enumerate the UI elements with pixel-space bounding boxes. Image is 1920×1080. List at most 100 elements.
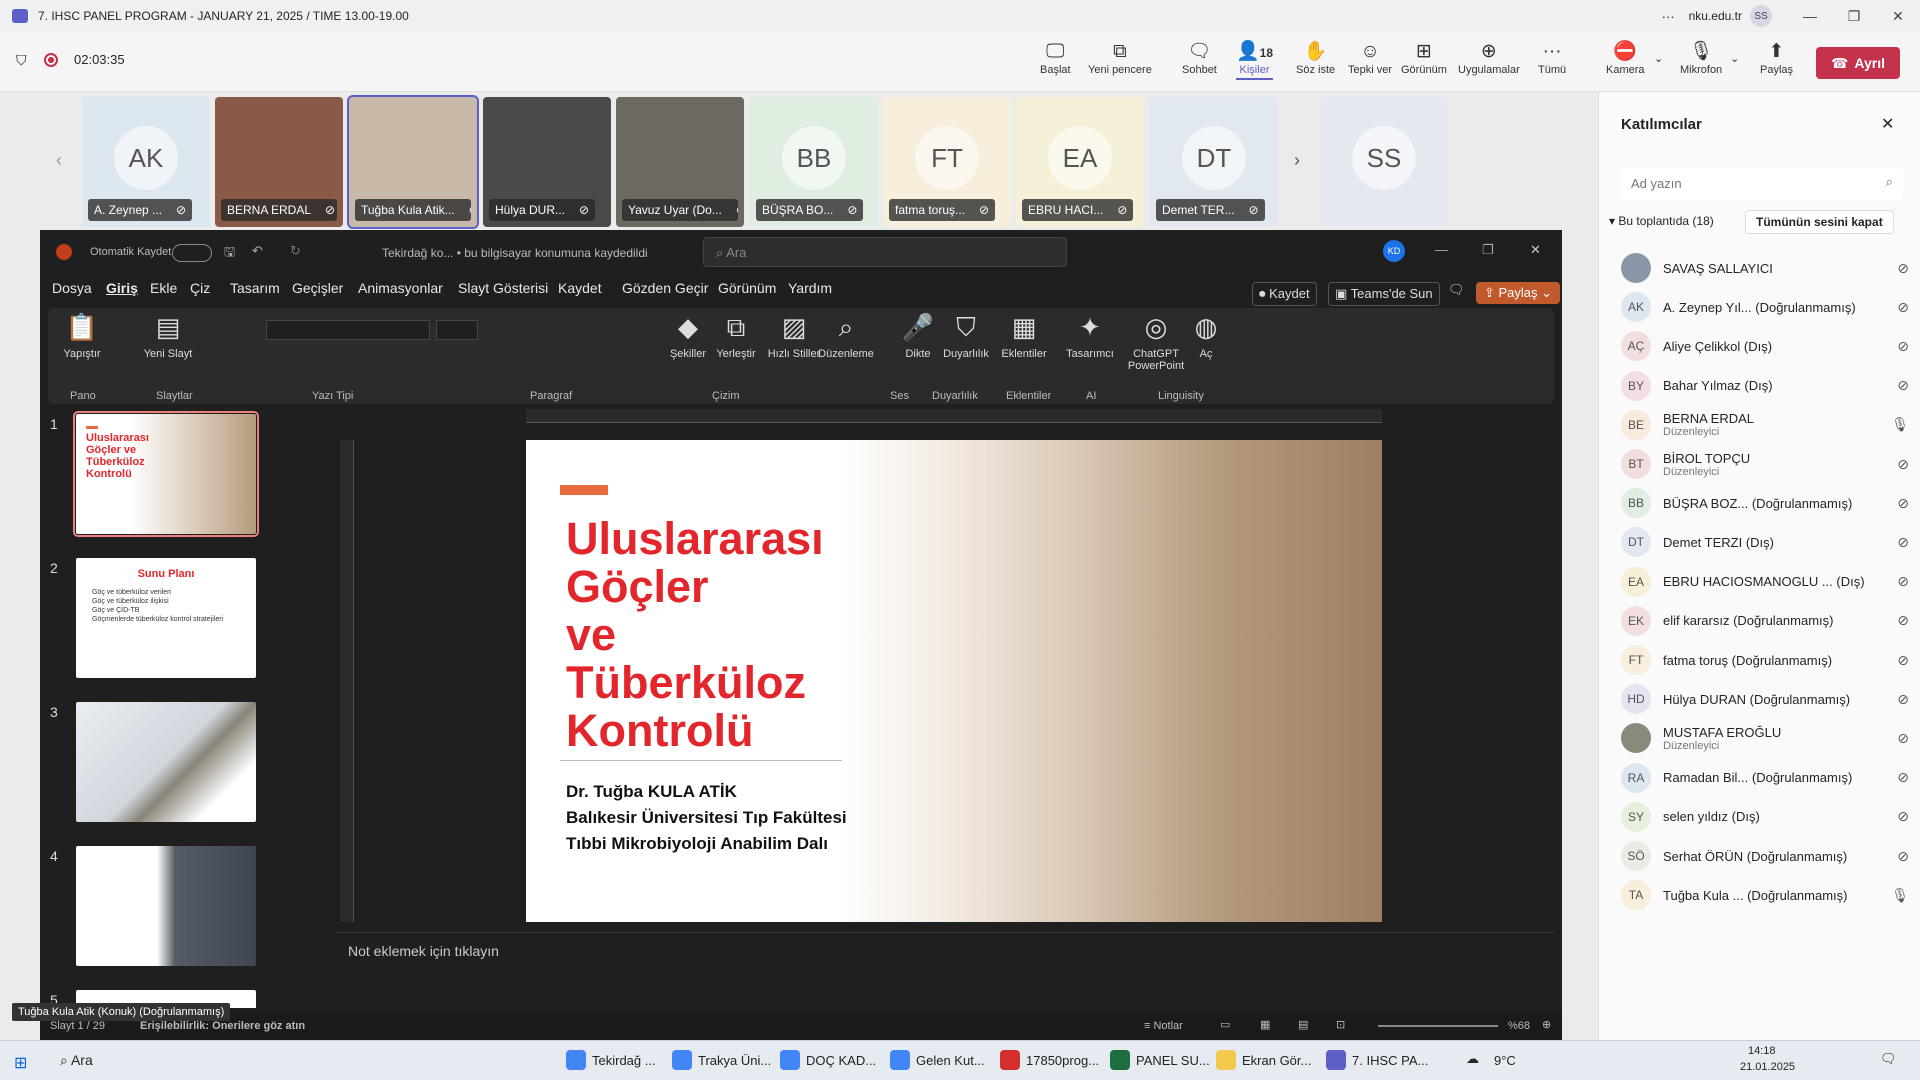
- mic-off-icon[interactable]: ⊘: [1897, 260, 1909, 277]
- mute-all-button[interactable]: Tümünün sesini kapat: [1745, 210, 1894, 234]
- restore-icon[interactable]: ❐: [1482, 242, 1494, 258]
- ribbon-button[interactable]: ⌕ Düzenleme: [818, 312, 874, 360]
- participant-row[interactable]: SAVAŞ SALLAYICI ⊘: [1621, 248, 1911, 288]
- video-tile[interactable]: Tuğba Kula Atik...⊘: [347, 95, 479, 229]
- thumbnail-slide-4[interactable]: [76, 846, 256, 966]
- clock-time[interactable]: 14:18: [1748, 1045, 1776, 1057]
- notes-button[interactable]: ≡ Notlar: [1144, 1020, 1183, 1032]
- redo-icon[interactable]: ↻: [290, 243, 301, 259]
- ppt-avatar[interactable]: KD: [1383, 240, 1405, 262]
- video-tile[interactable]: AK A. Zeynep ... ⊘: [82, 97, 210, 227]
- taskbar-app[interactable]: 17850prog...: [1000, 1046, 1099, 1074]
- close-icon[interactable]: ✕: [1876, 8, 1920, 25]
- taskbar-app[interactable]: Gelen Kut...: [890, 1046, 985, 1074]
- search-icon[interactable]: ⌕: [1886, 174, 1893, 190]
- more-icon[interactable]: ···: [1662, 9, 1675, 24]
- taskbar-app[interactable]: Trakya Üni...: [672, 1046, 771, 1074]
- menu-tab[interactable]: Görünüm: [718, 280, 776, 296]
- clock-date[interactable]: 21.01.2025: [1740, 1061, 1795, 1073]
- camera-button[interactable]: ⛔ Kamera: [1606, 40, 1645, 76]
- participant-row[interactable]: BT BİROL TOPÇU Düzenleyici ⊘: [1621, 444, 1911, 484]
- share-button[interactable]: ⬆ Paylaş: [1760, 40, 1793, 76]
- video-tile[interactable]: FT fatma toruş... ⊘: [883, 97, 1011, 227]
- participant-row[interactable]: RA Ramadan Bil... (Doğrulanmamış) ⊘: [1621, 758, 1911, 798]
- autosave-toggle[interactable]: [172, 244, 212, 262]
- menu-tab[interactable]: Geçişler: [292, 280, 343, 296]
- fit-window-icon[interactable]: ⊕: [1542, 1018, 1551, 1031]
- menu-tab[interactable]: Yardım: [788, 280, 832, 296]
- leave-button[interactable]: ☎ Ayrıl: [1816, 47, 1900, 79]
- more-button[interactable]: ··· Tümü: [1538, 40, 1566, 76]
- minimize-icon[interactable]: —: [1435, 242, 1448, 257]
- current-slide[interactable]: Uluslararası Göçler ve Tüberküloz Kontro…: [526, 440, 1382, 922]
- mic-off-icon[interactable]: ⊘: [1897, 612, 1909, 629]
- video-tile[interactable]: SS: [1320, 97, 1448, 227]
- menu-tab[interactable]: Çiz: [190, 280, 210, 296]
- people-button[interactable]: 👤18 Kişiler: [1236, 40, 1274, 80]
- chat-button[interactable]: 🗨 Sohbet: [1182, 40, 1217, 76]
- minimize-icon[interactable]: —: [1788, 8, 1832, 24]
- mic-off-icon[interactable]: ⊘: [1897, 691, 1909, 708]
- share-ppt-button[interactable]: ⇪ Paylaş ⌄: [1476, 282, 1561, 304]
- notification-icon[interactable]: 🗨: [1880, 1051, 1897, 1067]
- menu-tab[interactable]: Giriş: [106, 280, 138, 296]
- section-toggle[interactable]: ▾ Bu toplantıda (18): [1609, 214, 1714, 228]
- comment-icon[interactable]: 🗨: [1448, 282, 1465, 298]
- video-tile[interactable]: Yavuz Uyar (Do...⊘: [616, 97, 744, 227]
- chevron-left-icon[interactable]: ‹: [56, 150, 62, 171]
- weather-icon[interactable]: ☁: [1466, 1051, 1479, 1067]
- chevron-down-icon[interactable]: ⌄: [1730, 52, 1739, 65]
- accessibility-status[interactable]: Erişilebilirlik: Önerilere göz atın: [140, 1020, 305, 1032]
- participant-row[interactable]: BE BERNA ERDAL Düzenleyici 🎙: [1621, 405, 1911, 445]
- mic-off-icon[interactable]: ⊘: [1897, 730, 1909, 747]
- menu-tab[interactable]: Dosya: [52, 280, 92, 296]
- present-button[interactable]: 🖵 Başlat: [1040, 40, 1071, 76]
- participant-row[interactable]: BY Bahar Yılmaz (Dış) ⊘: [1621, 366, 1911, 406]
- view-button[interactable]: ⊞ Görünüm: [1401, 40, 1447, 76]
- taskbar-app[interactable]: 7. IHSC PA...: [1326, 1046, 1428, 1074]
- video-tile[interactable]: BERNA ERDAL ⊘: [215, 97, 343, 227]
- mic-off-icon[interactable]: ⊘: [1897, 769, 1909, 786]
- participant-row[interactable]: DT Demet TERZI (Dış) ⊘: [1621, 522, 1911, 562]
- participant-row[interactable]: HD Hülya DURAN (Doğrulanmamış) ⊘: [1621, 679, 1911, 719]
- mic-off-icon[interactable]: ⊘: [1897, 573, 1909, 590]
- participant-row[interactable]: BB BÜŞRA BOZ... (Doğrulanmamış) ⊘: [1621, 483, 1911, 523]
- ribbon-button[interactable]: ▨ Hızlı Stiller: [766, 312, 822, 360]
- ribbon-button[interactable]: ▦ Eklentiler: [996, 312, 1052, 360]
- mic-off-icon[interactable]: ⊘: [1897, 377, 1909, 394]
- chevron-down-icon[interactable]: ⌄: [1654, 52, 1663, 65]
- record-button[interactable]: ⏺ Kaydet: [1252, 282, 1317, 306]
- menu-tab[interactable]: Kaydet: [558, 280, 602, 296]
- teams-present-button[interactable]: ▣ Teams'de Sun: [1328, 282, 1440, 306]
- participant-row[interactable]: TA Tuğba Kula ... (Doğrulanmamış) 🎙: [1621, 875, 1911, 915]
- participant-row[interactable]: EA EBRU HACIOSMANOGLU ... (Dış) ⊘: [1621, 562, 1911, 602]
- mic-on-icon[interactable]: 🎙: [1891, 416, 1909, 433]
- video-tile[interactable]: EA EBRU HACI... ⊘: [1016, 97, 1144, 227]
- mic-off-icon[interactable]: ⊘: [1897, 808, 1909, 825]
- notes-area[interactable]: Not eklemek için tıklayın: [336, 932, 1554, 1000]
- participant-row[interactable]: MUSTAFA EROĞLU Düzenleyici ⊘: [1621, 718, 1911, 758]
- restore-icon[interactable]: ❐: [1832, 8, 1876, 25]
- reading-view-icon[interactable]: ▤: [1298, 1018, 1308, 1031]
- raise-hand-button[interactable]: ✋ Söz iste: [1296, 40, 1335, 76]
- taskbar-search[interactable]: ⌕ Ara: [60, 1052, 93, 1069]
- normal-view-icon[interactable]: ▭: [1220, 1018, 1230, 1031]
- sorter-view-icon[interactable]: ▦: [1260, 1018, 1270, 1031]
- mic-on-icon[interactable]: 🎙: [1891, 887, 1909, 904]
- menu-tab[interactable]: Animasyonlar: [358, 280, 443, 296]
- taskbar-app[interactable]: PANEL SU...: [1110, 1046, 1210, 1074]
- participant-search[interactable]: Ad yazın ⌕: [1621, 168, 1903, 200]
- mic-off-icon[interactable]: ⊘: [1897, 456, 1909, 473]
- participant-row[interactable]: SY selen yıldız (Dış) ⊘: [1621, 797, 1911, 837]
- undo-icon[interactable]: ↶: [252, 243, 263, 259]
- mic-off-icon[interactable]: ⊘: [1897, 299, 1909, 316]
- thumbnail-slide-1[interactable]: Uluslararası Göçler ve Tüberküloz Kontro…: [73, 411, 259, 537]
- mic-off-icon[interactable]: ⊘: [1897, 338, 1909, 355]
- taskbar-app[interactable]: Tekirdağ ...: [566, 1046, 656, 1074]
- mic-off-icon[interactable]: ⊘: [1897, 848, 1909, 865]
- thumbnail-slide-2[interactable]: Sunu Planı Göç ve tüberküloz verileri Gö…: [76, 558, 256, 678]
- ribbon-button[interactable]: ✦ Tasarımcı: [1062, 312, 1118, 360]
- taskbar-app[interactable]: Ekran Gör...: [1216, 1046, 1311, 1074]
- mic-off-icon[interactable]: ⊘: [1897, 652, 1909, 669]
- close-icon[interactable]: ✕: [1881, 114, 1894, 134]
